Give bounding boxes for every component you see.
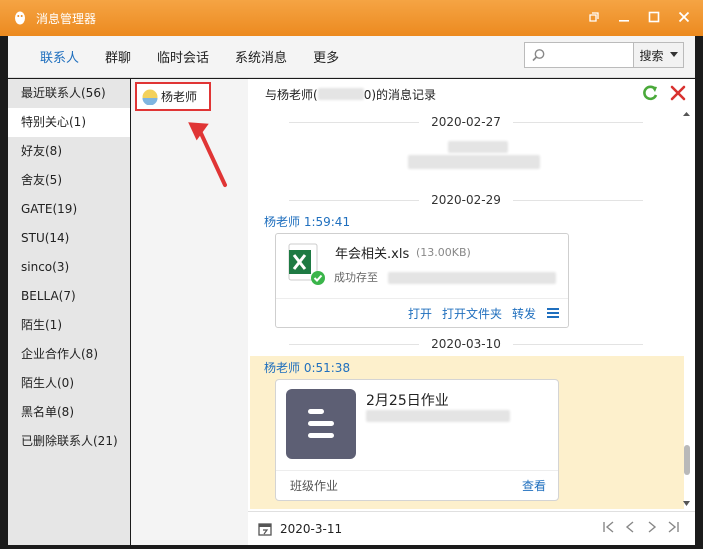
- tab-contacts[interactable]: 联系人: [40, 47, 79, 66]
- chevron-down-icon: [669, 52, 678, 57]
- last-page-icon[interactable]: [667, 520, 681, 534]
- group-item-special-care[interactable]: 特别关心(1): [8, 108, 130, 137]
- callout-arrow: [188, 122, 227, 187]
- group-item-strange[interactable]: 陌生(1): [8, 311, 130, 340]
- search-button[interactable]: 搜索: [633, 43, 683, 67]
- redacted-message: [408, 141, 540, 181]
- title-bar: 消息管理器: [0, 0, 703, 36]
- message-sender: 杨老师 0:51:38: [264, 361, 351, 375]
- window-title: 消息管理器: [36, 11, 97, 26]
- restore-icon[interactable]: [583, 6, 605, 28]
- redacted-text: [366, 410, 510, 422]
- group-item-roommates[interactable]: 舍友(5): [8, 166, 130, 195]
- close-icon[interactable]: [673, 6, 695, 28]
- file-size: (13.00KB): [416, 246, 471, 259]
- message-list[interactable]: 2020-02-27 2020-02-29 杨老师 1:59:41 年会相关.x…: [248, 109, 684, 509]
- header-prefix: 与杨老师(: [265, 87, 318, 102]
- avatar-icon: [142, 89, 158, 105]
- group-item-partners[interactable]: 企业合作人(8): [8, 340, 130, 369]
- redacted-path: [388, 272, 556, 284]
- date-separator: 2020-02-29: [248, 190, 684, 210]
- excel-icon: [288, 243, 325, 285]
- redacted-id: [317, 88, 364, 100]
- file-message-card[interactable]: 年会相关.xls (13.00KB) 成功存至 打开 打开文件夹 转发: [275, 233, 569, 328]
- contact-name: 杨老师: [161, 90, 198, 104]
- menu-icon[interactable]: [546, 307, 560, 319]
- group-item-friends[interactable]: 好友(8): [8, 137, 130, 166]
- pagination: [601, 520, 681, 534]
- forward-button[interactable]: 转发: [512, 305, 536, 322]
- homework-message-card[interactable]: 2月25日作业 班级作业 查看: [275, 379, 559, 501]
- message-history-pane: 与杨老师( 0)的消息记录 2020-02-27 2020-02-29 杨老师 …: [248, 79, 695, 545]
- scrollbar[interactable]: [682, 111, 691, 507]
- header-suffix: 0)的消息记录: [363, 87, 437, 102]
- maximize-icon[interactable]: [643, 6, 665, 28]
- group-item-bella[interactable]: BELLA(7): [8, 282, 130, 311]
- open-button[interactable]: 打开: [408, 305, 432, 322]
- homework-footer: 班级作业 查看: [276, 470, 558, 500]
- message-sender: 杨老师 1:59:41: [264, 215, 351, 229]
- footer-date: 2020-3-11: [280, 521, 343, 536]
- nav-bar: 联系人 群聊 临时会话 系统消息 更多 搜索: [8, 36, 695, 78]
- homework-title: 2月25日作业: [366, 393, 449, 409]
- next-page-icon[interactable]: [645, 520, 659, 534]
- first-page-icon[interactable]: [601, 520, 615, 534]
- group-item-strangers[interactable]: 陌生人(0): [8, 369, 130, 398]
- file-actions: 打开 打开文件夹 转发: [276, 298, 568, 327]
- homework-category: 班级作业: [290, 479, 339, 493]
- delete-icon[interactable]: [669, 84, 687, 102]
- group-item-stu[interactable]: STU(14): [8, 224, 130, 253]
- penguin-icon: [15, 11, 25, 25]
- contact-item-yang[interactable]: 杨老师: [135, 82, 211, 111]
- search-box: 搜索: [524, 42, 684, 68]
- open-folder-button[interactable]: 打开文件夹: [442, 305, 502, 322]
- document-icon: [286, 389, 356, 459]
- message-footer: 2020-3-11: [248, 511, 695, 545]
- file-name: 年会相关.xls: [335, 247, 410, 262]
- group-item-recent[interactable]: 最近联系人(56): [8, 79, 130, 108]
- message-manager-window: 消息管理器 联系人 群聊 临时会话 系统消息 更多 搜索 最近联系人(56) 特…: [0, 0, 703, 549]
- date-separator: 2020-03-10: [248, 334, 684, 354]
- view-button[interactable]: 查看: [522, 477, 546, 494]
- file-status: 成功存至: [334, 271, 378, 284]
- group-item-sinco[interactable]: sinco(3): [8, 253, 130, 282]
- tab-more[interactable]: 更多: [313, 47, 339, 66]
- group-list: 最近联系人(56) 特别关心(1) 好友(8) 舍友(5) GATE(19) S…: [8, 79, 130, 545]
- date-separator: 2020-02-27: [248, 112, 684, 132]
- prev-page-icon[interactable]: [623, 520, 637, 534]
- search-button-label: 搜索: [639, 48, 664, 63]
- tab-system-messages[interactable]: 系统消息: [235, 47, 287, 66]
- tab-temp-sessions[interactable]: 临时会话: [157, 47, 209, 66]
- refresh-icon[interactable]: [641, 84, 659, 102]
- group-item-blacklist[interactable]: 黑名单(8): [8, 398, 130, 427]
- minimize-icon[interactable]: [613, 6, 635, 28]
- group-item-gate[interactable]: GATE(19): [8, 195, 130, 224]
- group-item-deleted[interactable]: 已删除联系人(21): [8, 427, 130, 456]
- search-icon: [532, 49, 545, 62]
- message-history-header: 与杨老师( 0)的消息记录: [248, 79, 695, 109]
- calendar-icon[interactable]: [258, 522, 272, 536]
- contact-list: 杨老师: [131, 79, 248, 545]
- tab-groups[interactable]: 群聊: [105, 47, 131, 66]
